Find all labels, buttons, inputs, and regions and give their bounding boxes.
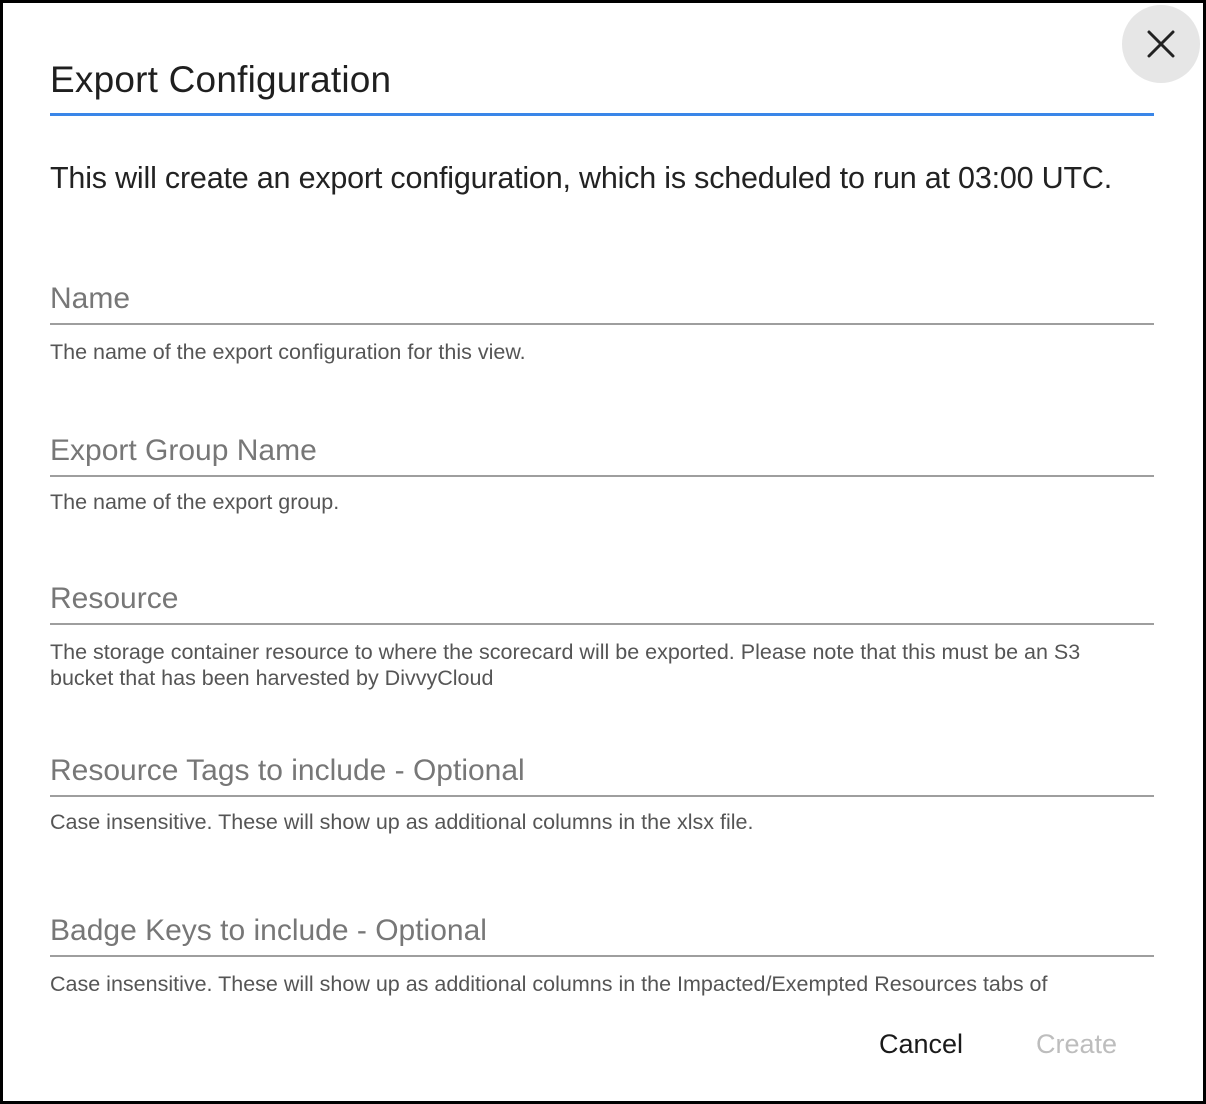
export-group-name-field: [50, 429, 1154, 477]
badge-keys-input[interactable]: [50, 909, 1154, 953]
export-configuration-dialog: Export Configuration This will create an…: [0, 0, 1206, 1104]
close-icon: [1147, 30, 1175, 58]
badge-keys-helper-text: Case insensitive. These will show up as …: [50, 972, 1048, 996]
create-button[interactable]: Create: [1036, 1029, 1117, 1060]
resource-input[interactable]: [50, 577, 1154, 621]
close-button[interactable]: [1122, 5, 1200, 83]
resource-tags-input[interactable]: [50, 749, 1154, 793]
resource-helper-text: The storage container resource to where …: [50, 640, 1081, 690]
name-helper-text: The name of the export configuration for…: [50, 340, 526, 364]
export-group-name-input[interactable]: [50, 429, 1154, 473]
dialog-description: This will create an export configuration…: [50, 161, 1113, 195]
resource-tags-field: [50, 749, 1154, 797]
cancel-button[interactable]: Cancel: [879, 1029, 963, 1060]
export-group-name-helper-text: The name of the export group.: [50, 490, 340, 514]
name-field: [50, 277, 1154, 325]
name-input[interactable]: [50, 277, 1154, 321]
badge-keys-field: [50, 909, 1154, 957]
resource-field: [50, 577, 1154, 625]
title-divider: [50, 113, 1154, 116]
dialog-title: Export Configuration: [50, 59, 392, 100]
resource-tags-helper-text: Case insensitive. These will show up as …: [50, 810, 754, 834]
